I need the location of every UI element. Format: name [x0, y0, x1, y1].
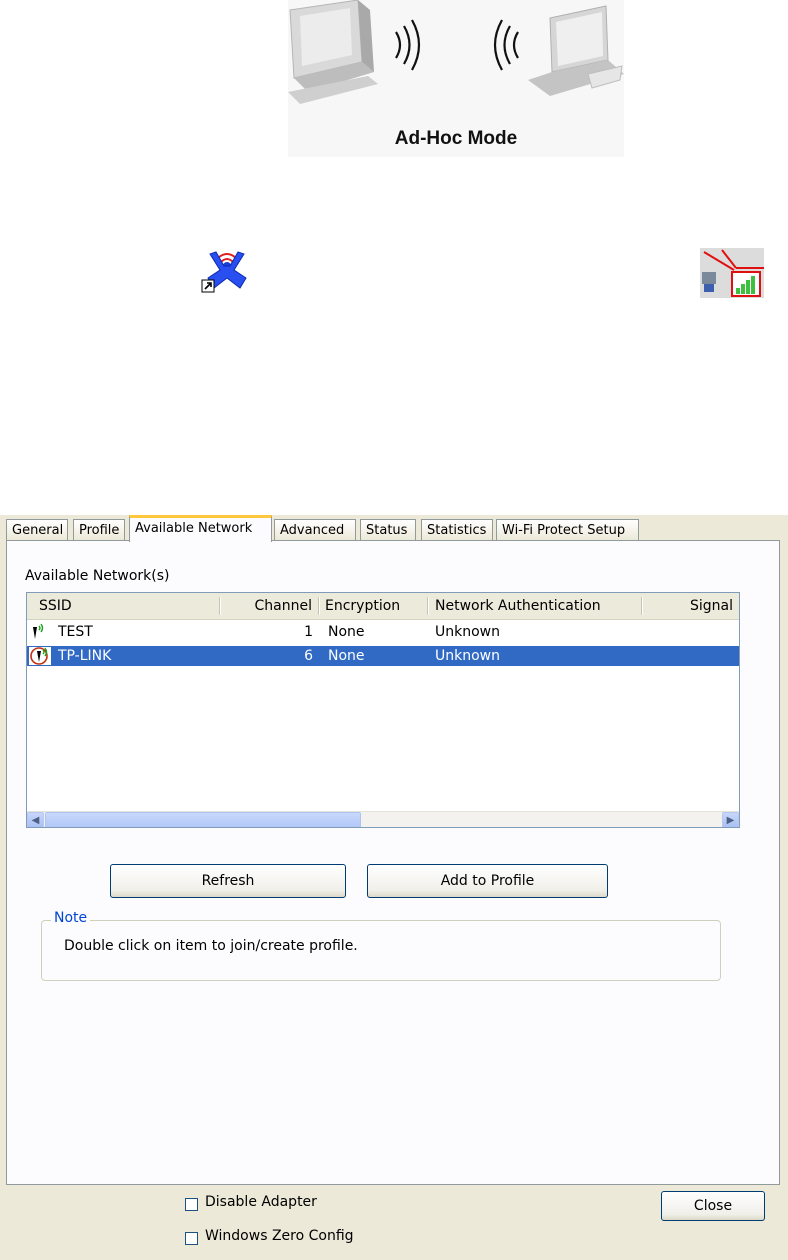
adhoc-mode-illustration: Ad-Hoc Mode [288, 0, 624, 157]
row-channel: 1 [304, 624, 313, 640]
scrollbar-thumb[interactable] [45, 812, 361, 827]
network-row[interactable]: TEST 1 None Unknown [27, 622, 739, 642]
desktop-computer-icon [288, 0, 378, 104]
adhoc-network-icon [29, 647, 51, 665]
wireless-utility-shortcut-icon[interactable] [200, 248, 254, 294]
disable-adapter-checkbox[interactable] [185, 1198, 198, 1211]
windows-zero-config-checkbox[interactable] [185, 1232, 198, 1245]
column-header-signal[interactable]: Signal [642, 593, 739, 619]
tray-signal-icon[interactable] [700, 248, 764, 298]
horizontal-scrollbar[interactable]: ◀ ▶ [27, 811, 739, 827]
laptop-computer-icon [528, 5, 624, 96]
available-networks-list[interactable]: SSID Channel Encryption Network Authenti… [26, 592, 740, 828]
scroll-right-arrow-icon[interactable]: ▶ [722, 812, 739, 827]
disable-adapter-label[interactable]: Disable Adapter [205, 1194, 317, 1210]
close-button[interactable]: Close [661, 1191, 765, 1221]
wireless-ap-icon [29, 623, 51, 641]
available-networks-label: Available Network(s) [25, 568, 170, 584]
tab-profile[interactable]: Profile [73, 519, 125, 540]
row-authentication: Unknown [435, 648, 500, 664]
column-header-ssid[interactable]: SSID [33, 593, 219, 619]
row-ssid: TP-LINK [58, 648, 112, 664]
scroll-left-arrow-icon[interactable]: ◀ [27, 812, 44, 827]
windows-zero-config-label[interactable]: Windows Zero Config [205, 1228, 354, 1244]
note-legend: Note [51, 910, 91, 926]
adhoc-computers-graphic [288, 0, 624, 104]
row-encryption: None [328, 648, 365, 664]
row-encryption: None [328, 624, 365, 640]
wireless-utility-dialog: General Profile Available Network Advanc… [0, 515, 788, 1260]
tab-status[interactable]: Status [360, 519, 416, 540]
note-text: Double click on item to join/create prof… [64, 938, 358, 954]
illustration-caption: Ad-Hoc Mode [394, 128, 518, 149]
refresh-button[interactable]: Refresh [110, 864, 346, 898]
tab-wifi-protect-setup[interactable]: Wi-Fi Protect Setup [496, 519, 639, 540]
column-header-channel[interactable]: Channel [220, 593, 318, 619]
tab-advanced[interactable]: Advanced [274, 519, 356, 540]
signal-waves-icon [395, 19, 519, 71]
tab-statistics[interactable]: Statistics [421, 519, 493, 540]
row-authentication: Unknown [435, 624, 500, 640]
list-header: SSID Channel Encryption Network Authenti… [27, 593, 739, 620]
network-row[interactable]: TP-LINK 6 None Unknown [27, 646, 739, 666]
tab-general[interactable]: General [6, 519, 68, 540]
row-channel: 6 [304, 648, 313, 664]
column-header-network-authentication[interactable]: Network Authentication [429, 593, 639, 619]
row-ssid: TEST [58, 624, 93, 640]
column-header-encryption[interactable]: Encryption [319, 593, 427, 619]
tab-available-network[interactable]: Available Network [129, 515, 272, 542]
add-to-profile-button[interactable]: Add to Profile [367, 864, 608, 898]
